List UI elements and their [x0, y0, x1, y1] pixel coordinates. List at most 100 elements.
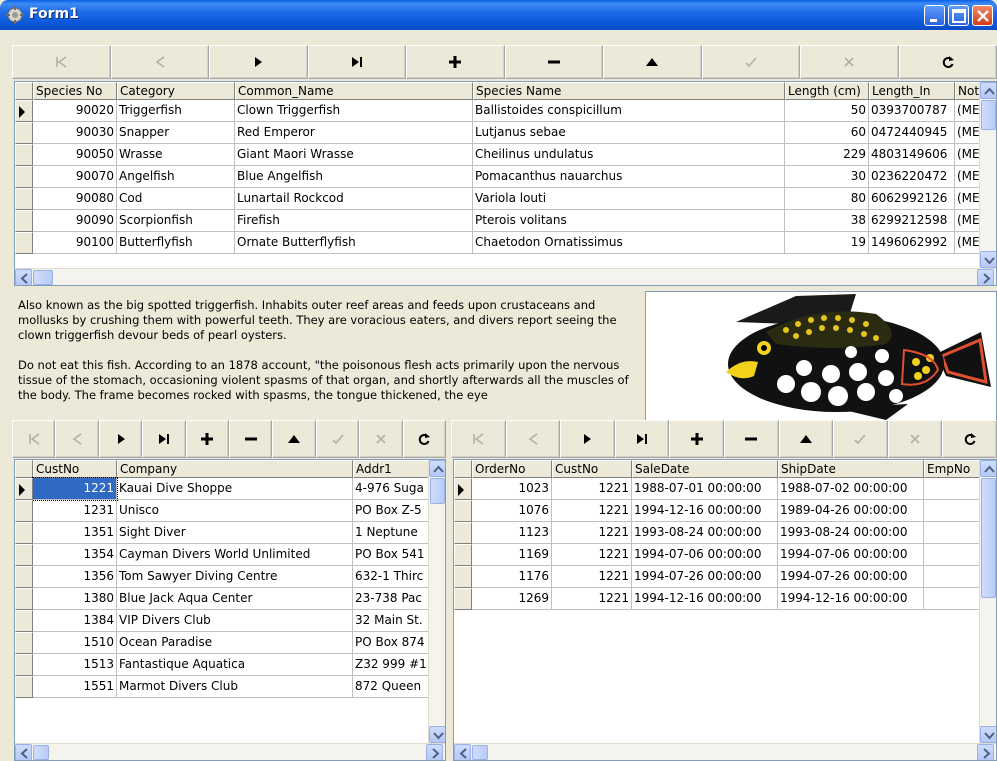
- grid-cell[interactable]: 1988-07-02 00:00:00: [778, 478, 924, 500]
- grid-cell[interactable]: PO Box 541: [353, 544, 433, 566]
- grid-cell[interactable]: 1356: [33, 566, 117, 588]
- grid-cell[interactable]: Kauai Dive Shoppe: [117, 478, 353, 500]
- last-button[interactable]: [142, 420, 186, 458]
- horizontal-scroll-thumb[interactable]: [33, 745, 49, 760]
- row-indicator[interactable]: [15, 566, 33, 588]
- grid-cell[interactable]: 23-738 Pac: [353, 588, 433, 610]
- grid-cell[interactable]: 872 Queen: [353, 676, 433, 698]
- grid-cell[interactable]: 1221: [552, 544, 632, 566]
- grid-cell[interactable]: 1496062992: [869, 232, 955, 254]
- grid-cell[interactable]: 1510: [33, 632, 117, 654]
- refresh-button[interactable]: [898, 45, 997, 79]
- grid-cell[interactable]: 0472440945: [869, 122, 955, 144]
- row-indicator[interactable]: [15, 144, 33, 166]
- vertical-scrollbar[interactable]: [979, 82, 996, 268]
- row-indicator[interactable]: [15, 610, 33, 632]
- row-indicator[interactable]: [454, 500, 472, 522]
- insert-button[interactable]: [669, 420, 724, 458]
- row-indicator[interactable]: [15, 166, 33, 188]
- table-row[interactable]: 1023 1221 1988-07-01 00:00:00 1988-07-02 00…: [454, 478, 984, 500]
- grid-cell[interactable]: Marmot Divers Club: [117, 676, 353, 698]
- post-button[interactable]: [315, 420, 360, 458]
- grid-cell[interactable]: 1221: [552, 566, 632, 588]
- scroll-right-button[interactable]: [426, 744, 443, 760]
- column-header[interactable]: Category: [117, 82, 235, 100]
- delete-button[interactable]: [504, 45, 603, 79]
- grid-cell[interactable]: 1169: [472, 544, 552, 566]
- table-row[interactable]: 90090 Scorpionfish Firefish Pterois volitan…: [15, 210, 995, 232]
- vertical-scrollbar[interactable]: [979, 460, 996, 743]
- grid-cell[interactable]: Ballistoides conspicillum: [473, 100, 785, 122]
- next-button[interactable]: [98, 420, 143, 458]
- column-header[interactable]: Addr1: [353, 460, 433, 478]
- grid-cell[interactable]: 0393700787: [869, 100, 955, 122]
- prior-button[interactable]: [505, 420, 561, 458]
- column-header[interactable]: EmpNo: [924, 460, 984, 478]
- grid-cell[interactable]: 1269: [472, 588, 552, 610]
- delete-button[interactable]: [723, 420, 779, 458]
- grid-cell[interactable]: Butterflyfish: [117, 232, 235, 254]
- grid-cell[interactable]: Blue Jack Aqua Center: [117, 588, 353, 610]
- grid-cell[interactable]: 1551: [33, 676, 117, 698]
- table-row[interactable]: 90030 Snapper Red Emperor Lutjanus sebae 60 0…: [15, 122, 995, 144]
- grid-cell[interactable]: 1989-04-26 00:00:00: [778, 500, 924, 522]
- row-indicator[interactable]: [454, 544, 472, 566]
- last-button[interactable]: [307, 45, 406, 79]
- vertical-scrollbar[interactable]: [428, 460, 445, 743]
- horizontal-scrollbar[interactable]: [454, 743, 996, 760]
- scroll-right-button[interactable]: [977, 269, 994, 285]
- table-row[interactable]: 90020 Triggerfish Clown Triggerfish Ballist…: [15, 100, 995, 122]
- table-row[interactable]: 1510 Ocean Paradise PO Box 874: [15, 632, 433, 654]
- grid-cell[interactable]: 90050: [33, 144, 117, 166]
- grid-cell[interactable]: 0236220472: [869, 166, 955, 188]
- row-indicator[interactable]: [15, 632, 33, 654]
- grid-cell[interactable]: 19: [785, 232, 869, 254]
- grid-cell[interactable]: 1993-08-24 00:00:00: [778, 522, 924, 544]
- grid-cell[interactable]: Pterois volitans: [473, 210, 785, 232]
- grid-cell[interactable]: 1994-12-16 00:00:00: [778, 588, 924, 610]
- scroll-up-button[interactable]: [980, 82, 996, 99]
- grid-cell[interactable]: [924, 544, 984, 566]
- grid-cell[interactable]: 90090: [33, 210, 117, 232]
- refresh-button[interactable]: [942, 420, 997, 458]
- grid-cell[interactable]: Cod: [117, 188, 235, 210]
- table-row[interactable]: 1513 Fantastique Aquatica Z32 999 #1: [15, 654, 433, 676]
- column-header[interactable]: ShipDate: [778, 460, 924, 478]
- title-bar[interactable]: Form1: [0, 0, 997, 30]
- grid-cell[interactable]: Scorpionfish: [117, 210, 235, 232]
- table-row[interactable]: 1231 Unisco PO Box Z-5: [15, 500, 433, 522]
- edit-button[interactable]: [603, 45, 702, 79]
- horizontal-scroll-thumb[interactable]: [472, 745, 488, 760]
- grid-cell[interactable]: 4803149606: [869, 144, 955, 166]
- prior-button[interactable]: [110, 45, 209, 79]
- table-row[interactable]: 90080 Cod Lunartail Rockcod Variola louti 80…: [15, 188, 995, 210]
- scroll-down-button[interactable]: [980, 726, 996, 743]
- cancel-button[interactable]: [800, 45, 899, 79]
- grid-cell[interactable]: 1221: [552, 588, 632, 610]
- grid-cell[interactable]: Angelfish: [117, 166, 235, 188]
- grid-cell[interactable]: 1993-08-24 00:00:00: [632, 522, 778, 544]
- close-button[interactable]: [972, 5, 993, 26]
- grid-cell[interactable]: 1023: [472, 478, 552, 500]
- grid-cell[interactable]: 32 Main St.: [353, 610, 433, 632]
- scroll-down-button[interactable]: [429, 726, 445, 743]
- scroll-up-button[interactable]: [429, 460, 445, 477]
- column-header[interactable]: CustNo: [33, 460, 117, 478]
- orders-grid[interactable]: OrderNo CustNo SaleDate ShipDate EmpNo 1023 12…: [453, 459, 997, 761]
- grid-cell[interactable]: 90020: [33, 100, 117, 122]
- grid-cell[interactable]: 1994-07-06 00:00:00: [632, 544, 778, 566]
- grid-cell[interactable]: 90030: [33, 122, 117, 144]
- first-button[interactable]: [12, 45, 111, 79]
- scroll-right-button[interactable]: [977, 744, 994, 760]
- maximize-button[interactable]: [948, 5, 969, 26]
- grid-cell[interactable]: 1994-07-06 00:00:00: [778, 544, 924, 566]
- vertical-scroll-thumb[interactable]: [981, 478, 996, 598]
- grid-cell[interactable]: Chaetodon Ornatissimus: [473, 232, 785, 254]
- grid-cell[interactable]: 90080: [33, 188, 117, 210]
- scroll-left-button[interactable]: [15, 744, 32, 760]
- grid-cell[interactable]: 1994-12-16 00:00:00: [632, 588, 778, 610]
- grid-cell[interactable]: 1076: [472, 500, 552, 522]
- grid-cell[interactable]: [924, 522, 984, 544]
- grid-cell[interactable]: Triggerfish: [117, 100, 235, 122]
- prior-button[interactable]: [55, 420, 99, 458]
